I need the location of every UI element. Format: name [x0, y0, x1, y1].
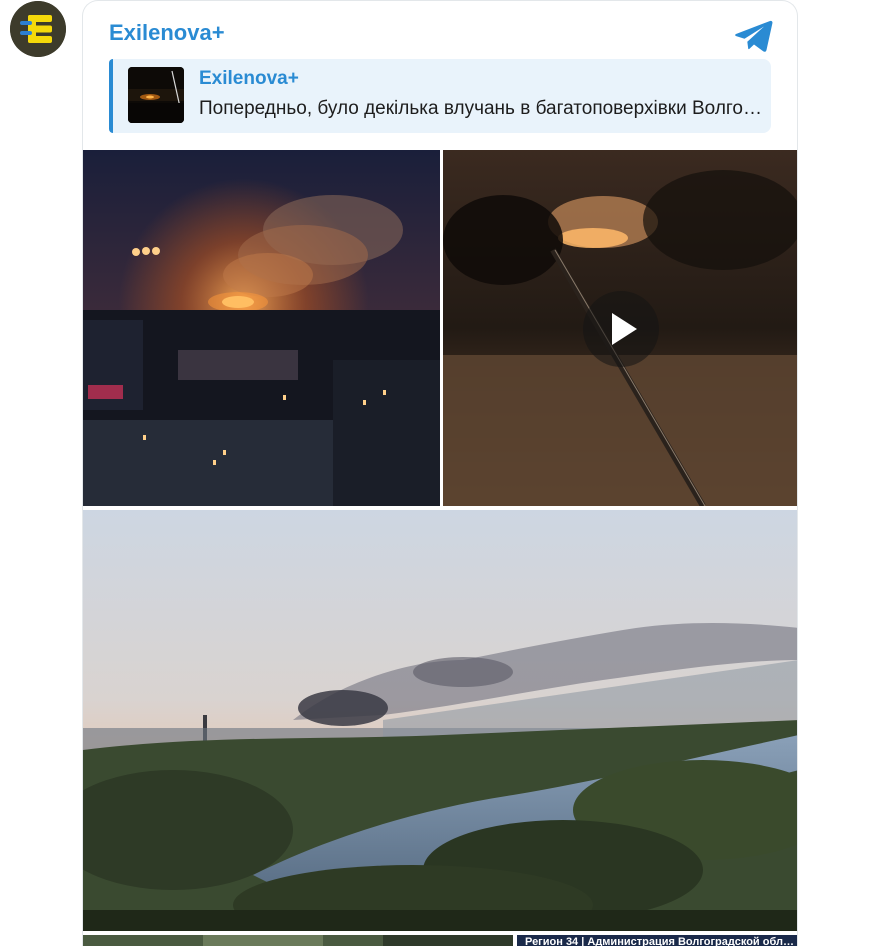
telegram-post-view: Exilenova+ Exilenova+ Попередньо, було д…	[0, 0, 892, 946]
post-card: Exilenova+ Exilenova+ Попередньо, було д…	[82, 0, 798, 946]
channel-name[interactable]: Exilenova+	[109, 20, 225, 46]
channel-avatar[interactable]	[10, 1, 66, 57]
reply-text: Попередньо, було декілька влучань в бага…	[199, 98, 765, 119]
media-photo-partial-left[interactable]	[83, 935, 513, 946]
media-caption: Регион 34 | Администрация Волгоградской …	[517, 935, 797, 946]
exilenova-logo-icon	[10, 1, 66, 57]
play-button[interactable]	[583, 291, 659, 367]
media-video[interactable]	[443, 150, 797, 506]
reply-preview[interactable]: Exilenova+ Попередньо, було декілька влу…	[109, 59, 771, 133]
telegram-plane-icon[interactable]	[733, 17, 775, 55]
media-photo-partial-right[interactable]: Регион 34 | Администрация Волгоградской …	[517, 935, 797, 946]
media-photo-night-fire[interactable]	[83, 150, 440, 506]
reply-author: Exilenova+	[199, 68, 299, 89]
play-icon	[612, 313, 637, 345]
media-photo-dawn-smoke[interactable]	[83, 510, 797, 931]
reply-thumbnail	[128, 67, 184, 123]
